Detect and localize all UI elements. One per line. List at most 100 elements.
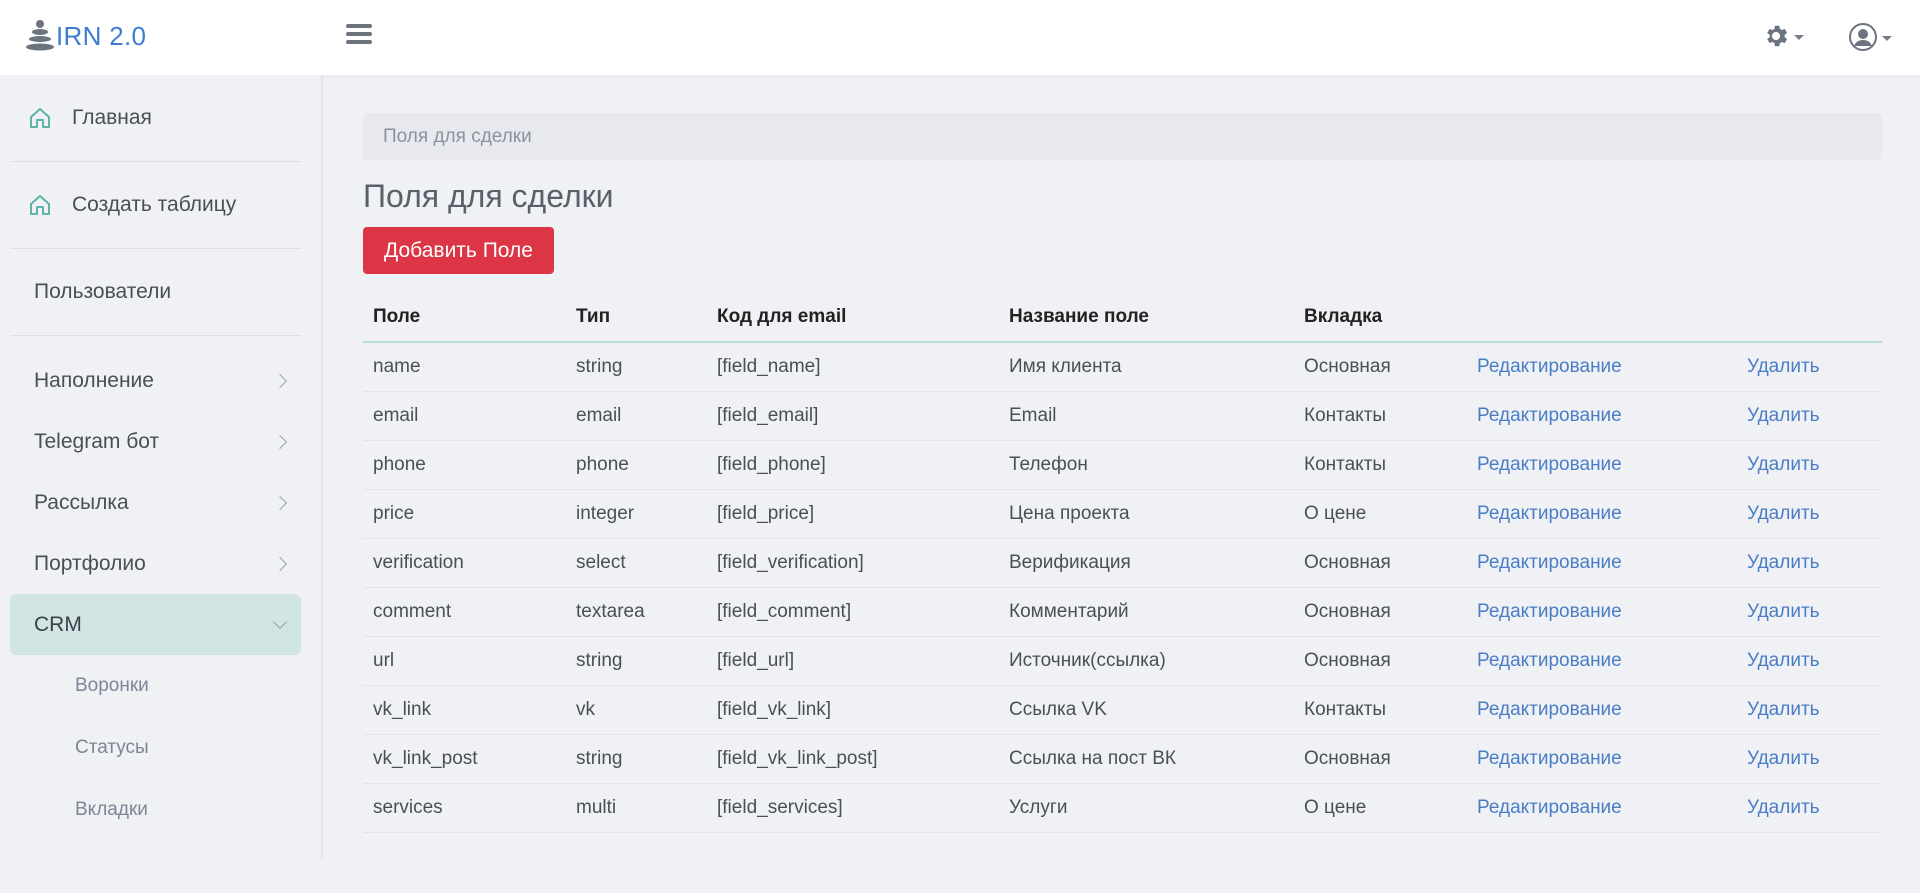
sidebar-item-mailing[interactable]: Рассылка bbox=[10, 472, 301, 533]
settings-dropdown[interactable] bbox=[1762, 22, 1804, 50]
edit-link[interactable]: Редактирование bbox=[1467, 391, 1737, 441]
table-cell: Основная bbox=[1294, 587, 1467, 637]
delete-link[interactable]: Удалить bbox=[1737, 783, 1882, 833]
sidebar-item-users[interactable]: Пользователи bbox=[10, 249, 301, 336]
sidebar-item-label: Telegram бот bbox=[34, 429, 160, 453]
table-row: url string [field_url] Источник(ссылка) Осно… bbox=[363, 636, 1882, 686]
table-cell: email bbox=[363, 391, 566, 441]
edit-link[interactable]: Редактирование bbox=[1467, 587, 1737, 637]
sidebar-item-portfolio[interactable]: Портфолио bbox=[10, 533, 301, 594]
sidebar: Главная Создать таблицу Пользователи Нап… bbox=[0, 75, 323, 859]
chevron-down-icon bbox=[1882, 35, 1892, 41]
table-cell: Ссылка VK bbox=[999, 685, 1294, 735]
edit-link[interactable]: Редактирование bbox=[1467, 489, 1737, 539]
user-avatar-icon bbox=[1849, 23, 1877, 51]
delete-link[interactable]: Удалить bbox=[1737, 734, 1882, 784]
table-row: phone phone [field_phone] Телефон Контакты Ре… bbox=[363, 440, 1882, 490]
table-cell: string bbox=[566, 734, 707, 784]
table-cell: О цене bbox=[1294, 489, 1467, 539]
top-header: IRN 2.0 bbox=[0, 0, 1920, 75]
table-cell: [field_vk_link] bbox=[707, 685, 999, 735]
delete-link[interactable]: Удалить bbox=[1737, 685, 1882, 735]
table-cell: url bbox=[363, 636, 566, 686]
delete-link[interactable]: Удалить bbox=[1737, 538, 1882, 588]
add-field-button[interactable]: Добавить Поле bbox=[363, 227, 554, 274]
sidebar-item-create-table[interactable]: Создать таблицу bbox=[10, 162, 301, 249]
chevron-right-icon bbox=[272, 434, 288, 449]
edit-link[interactable]: Редактирование bbox=[1467, 783, 1737, 833]
table-row: name string [field_name] Имя клиента Основна… bbox=[363, 342, 1882, 392]
sidebar-item-label: Создать таблицу bbox=[72, 193, 237, 216]
table-cell: string bbox=[566, 342, 707, 392]
table-cell: Услуги bbox=[999, 783, 1294, 833]
table-cell: Источник(ссылка) bbox=[999, 636, 1294, 686]
home-icon bbox=[30, 108, 50, 128]
chevron-right-icon bbox=[272, 495, 288, 510]
table-row: vk_link vk [field_vk_link] Ссылка VK Контакт… bbox=[363, 685, 1882, 735]
table-cell: [field_email] bbox=[707, 391, 999, 441]
column-header: Тип bbox=[566, 292, 707, 343]
table-cell: [field_verification] bbox=[707, 538, 999, 588]
table-row: price integer [field_price] Цена проекта О ц… bbox=[363, 489, 1882, 539]
table-cell: comment bbox=[363, 587, 566, 637]
chevron-down-icon bbox=[272, 614, 288, 629]
table-row: email email [field_email] Email Контакты Реда… bbox=[363, 391, 1882, 441]
breadcrumb: Поля для сделки bbox=[363, 113, 1882, 160]
table-cell: Ссылка на пост ВК bbox=[999, 734, 1294, 784]
table-cell: [field_name] bbox=[707, 342, 999, 392]
sidebar-subitem-funnels[interactable]: Воронки bbox=[0, 655, 321, 717]
table-cell: Контакты bbox=[1294, 685, 1467, 735]
edit-link[interactable]: Редактирование bbox=[1467, 342, 1737, 392]
user-dropdown[interactable] bbox=[1848, 22, 1892, 52]
delete-link[interactable]: Удалить bbox=[1737, 440, 1882, 490]
chevron-right-icon bbox=[272, 556, 288, 571]
delete-link[interactable]: Удалить bbox=[1737, 342, 1882, 392]
delete-link[interactable]: Удалить bbox=[1737, 636, 1882, 686]
edit-link[interactable]: Редактирование bbox=[1467, 636, 1737, 686]
table-cell: multi bbox=[566, 783, 707, 833]
table-cell: integer bbox=[566, 489, 707, 539]
sidebar-item-content[interactable]: Наполнение bbox=[10, 350, 301, 411]
sidebar-subitem-statuses[interactable]: Статусы bbox=[0, 717, 321, 779]
table-cell: Верификация bbox=[999, 538, 1294, 588]
logo[interactable]: IRN 2.0 bbox=[24, 18, 146, 54]
sidebar-item-telegram[interactable]: Telegram бот bbox=[10, 411, 301, 472]
edit-link[interactable]: Редактирование bbox=[1467, 685, 1737, 735]
table-row: comment textarea [field_comment] Комментари… bbox=[363, 587, 1882, 637]
table-cell: Комментарий bbox=[999, 587, 1294, 637]
column-header bbox=[1467, 292, 1737, 343]
delete-link[interactable]: Удалить bbox=[1737, 489, 1882, 539]
table-cell: string bbox=[566, 636, 707, 686]
table-cell: Email bbox=[999, 391, 1294, 441]
table-cell: vk bbox=[566, 685, 707, 735]
chevron-down-icon bbox=[1794, 34, 1804, 40]
sidebar-subitem-tabs[interactable]: Вкладки bbox=[0, 779, 321, 841]
table-cell: Телефон bbox=[999, 440, 1294, 490]
table-row: vk_link_post string [field_vk_link_post] Сс… bbox=[363, 734, 1882, 784]
table-row: services multi [field_services] Услуги О цен… bbox=[363, 783, 1882, 833]
home-icon bbox=[30, 195, 50, 215]
table-cell: [field_services] bbox=[707, 783, 999, 833]
menu-toggle-icon[interactable] bbox=[346, 24, 372, 48]
edit-link[interactable]: Редактирование bbox=[1467, 734, 1737, 784]
column-header: Вкладка bbox=[1294, 292, 1467, 343]
sidebar-item-home[interactable]: Главная bbox=[10, 75, 301, 162]
edit-link[interactable]: Редактирование bbox=[1467, 440, 1737, 490]
gear-icon bbox=[1767, 25, 1788, 47]
table-cell: Основная bbox=[1294, 538, 1467, 588]
column-header: Поле bbox=[363, 292, 566, 343]
table-cell: name bbox=[363, 342, 566, 392]
table-cell: Основная bbox=[1294, 636, 1467, 686]
table-cell: [field_price] bbox=[707, 489, 999, 539]
sidebar-item-crm[interactable]: CRM bbox=[10, 594, 301, 655]
table-cell: vk_link bbox=[363, 685, 566, 735]
table-header-row: Поле Тип Код для email Название поле Вкл… bbox=[363, 292, 1882, 343]
table-cell: [field_url] bbox=[707, 636, 999, 686]
table-cell: select bbox=[566, 538, 707, 588]
delete-link[interactable]: Удалить bbox=[1737, 391, 1882, 441]
delete-link[interactable]: Удалить bbox=[1737, 587, 1882, 637]
table-row: verification select [field_verification] Ве… bbox=[363, 538, 1882, 588]
table-cell: phone bbox=[363, 440, 566, 490]
edit-link[interactable]: Редактирование bbox=[1467, 538, 1737, 588]
table-cell: services bbox=[363, 783, 566, 833]
